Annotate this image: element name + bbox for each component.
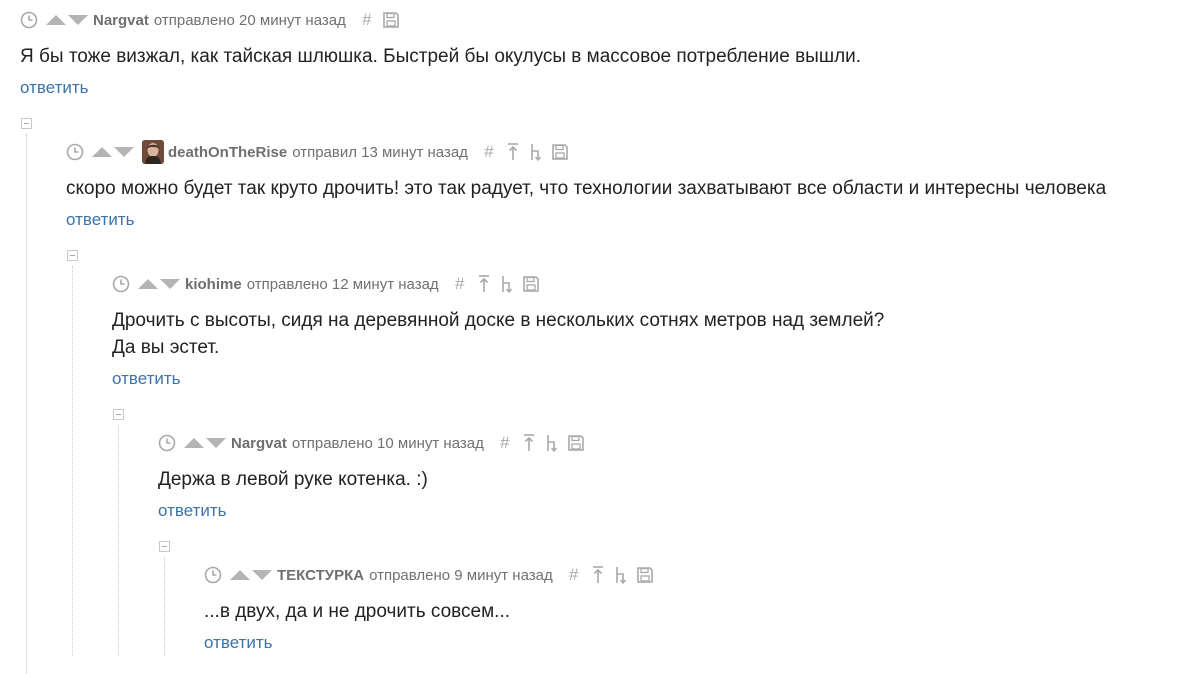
comment: Nargvat отправлено 10 минут назад # Держ…: [158, 432, 585, 522]
comment-timestamp: отправлено 20 минут назад: [153, 11, 346, 29]
comment-text-line: Я бы тоже визжал, как тайская шлюшка. Бы…: [20, 46, 862, 67]
clock-icon: [20, 11, 38, 29]
thread-line: [164, 557, 165, 656]
comment: kiohime отправлено 12 минут назад # Дроч…: [112, 273, 884, 390]
comment-author[interactable]: Nargvat: [231, 435, 287, 452]
comment-timestamp: отправил 13 минут назад: [292, 143, 468, 161]
arrow-down-icon[interactable]: [251, 569, 273, 581]
arrow-to-top-icon[interactable]: [521, 433, 537, 453]
save-icon[interactable]: [636, 566, 654, 584]
comment-text: Я бы тоже визжал, как тайская шлюшка. Бы…: [20, 43, 861, 70]
hash-icon[interactable]: #: [453, 274, 467, 294]
arrow-to-parent-icon[interactable]: [614, 565, 628, 585]
arrow-down-icon[interactable]: [67, 14, 89, 26]
comment-text-line: Дрочить с высоты, сидя на деревянной дос…: [112, 310, 885, 331]
comment-timestamp: отправлено 9 минут назад: [369, 566, 553, 584]
avatar[interactable]: [142, 140, 164, 164]
save-icon[interactable]: [522, 275, 540, 293]
comment-meta: kiohime отправлено 12 минут назад #: [112, 273, 884, 295]
comment-author[interactable]: Nargvat: [93, 12, 149, 29]
comment-text-line: ...в двух, да и не дрочить совсем...: [204, 601, 511, 622]
arrow-up-icon[interactable]: [137, 278, 159, 290]
reply-link[interactable]: ответить: [158, 500, 585, 522]
reply-link[interactable]: ответить: [20, 77, 861, 99]
comment: deathOnTheRise отправил 13 минут назад #…: [66, 140, 1106, 231]
comment-text-line: Да вы эстет.: [112, 337, 220, 358]
reply-link[interactable]: ответить: [66, 209, 1106, 231]
arrow-up-icon[interactable]: [183, 437, 205, 449]
comment-text-line: скоро можно будет так круто дрочить! это…: [66, 178, 1107, 199]
collapse-icon[interactable]: [67, 250, 78, 261]
thread-line: [26, 134, 27, 674]
clock-icon: [112, 275, 130, 293]
arrow-to-parent-icon[interactable]: [529, 142, 543, 162]
comment-text-line: Держа в левой руке котенка. :): [158, 469, 428, 490]
comment-meta: Nargvat отправлено 10 минут назад #: [158, 432, 585, 454]
arrow-to-top-icon[interactable]: [505, 142, 521, 162]
save-icon[interactable]: [382, 11, 400, 29]
comment-text: Дрочить с высоты, сидя на деревянной дос…: [112, 307, 884, 361]
comment-text: ...в двух, да и не дрочить совсем...: [204, 598, 654, 625]
arrow-to-parent-icon[interactable]: [545, 433, 559, 453]
hash-icon[interactable]: #: [567, 565, 581, 585]
save-icon[interactable]: [551, 143, 569, 161]
comment: Nargvat отправлено 20 минут назад # Я бы…: [20, 9, 861, 99]
comment: ТЕКСТУРКА отправлено 9 минут назад # ...…: [204, 564, 654, 654]
hash-icon[interactable]: #: [498, 433, 512, 453]
reply-link[interactable]: ответить: [204, 632, 654, 654]
arrow-up-icon[interactable]: [229, 569, 251, 581]
reply-link[interactable]: ответить: [112, 368, 884, 390]
arrow-to-top-icon[interactable]: [476, 274, 492, 294]
comment-author[interactable]: kiohime: [185, 276, 242, 293]
clock-icon: [158, 434, 176, 452]
arrow-down-icon[interactable]: [159, 278, 181, 290]
arrow-up-icon[interactable]: [45, 14, 67, 26]
comment-meta: deathOnTheRise отправил 13 минут назад #: [66, 140, 1106, 164]
comment-timestamp: отправлено 10 минут назад: [291, 434, 484, 452]
arrow-up-icon[interactable]: [91, 146, 113, 158]
collapse-icon[interactable]: [21, 118, 32, 129]
hash-icon[interactable]: #: [482, 142, 496, 162]
comment-meta: Nargvat отправлено 20 минут назад #: [20, 9, 861, 31]
thread-line: [118, 425, 119, 656]
arrow-down-icon[interactable]: [205, 437, 227, 449]
thread-line: [72, 266, 73, 656]
clock-icon: [66, 143, 84, 161]
comment-timestamp: отправлено 12 минут назад: [246, 275, 439, 293]
comment-text: Держа в левой руке котенка. :): [158, 466, 585, 493]
clock-icon: [204, 566, 222, 584]
comment-meta: ТЕКСТУРКА отправлено 9 минут назад #: [204, 564, 654, 586]
arrow-to-parent-icon[interactable]: [500, 274, 514, 294]
hash-icon[interactable]: #: [360, 10, 374, 30]
comment-text: скоро можно будет так круто дрочить! это…: [66, 175, 1106, 202]
comment-author[interactable]: ТЕКСТУРКА: [277, 567, 364, 584]
arrow-down-icon[interactable]: [113, 146, 135, 158]
comment-author[interactable]: deathOnTheRise: [168, 144, 287, 161]
arrow-to-top-icon[interactable]: [590, 565, 606, 585]
collapse-icon[interactable]: [113, 409, 124, 420]
save-icon[interactable]: [567, 434, 585, 452]
collapse-icon[interactable]: [159, 541, 170, 552]
